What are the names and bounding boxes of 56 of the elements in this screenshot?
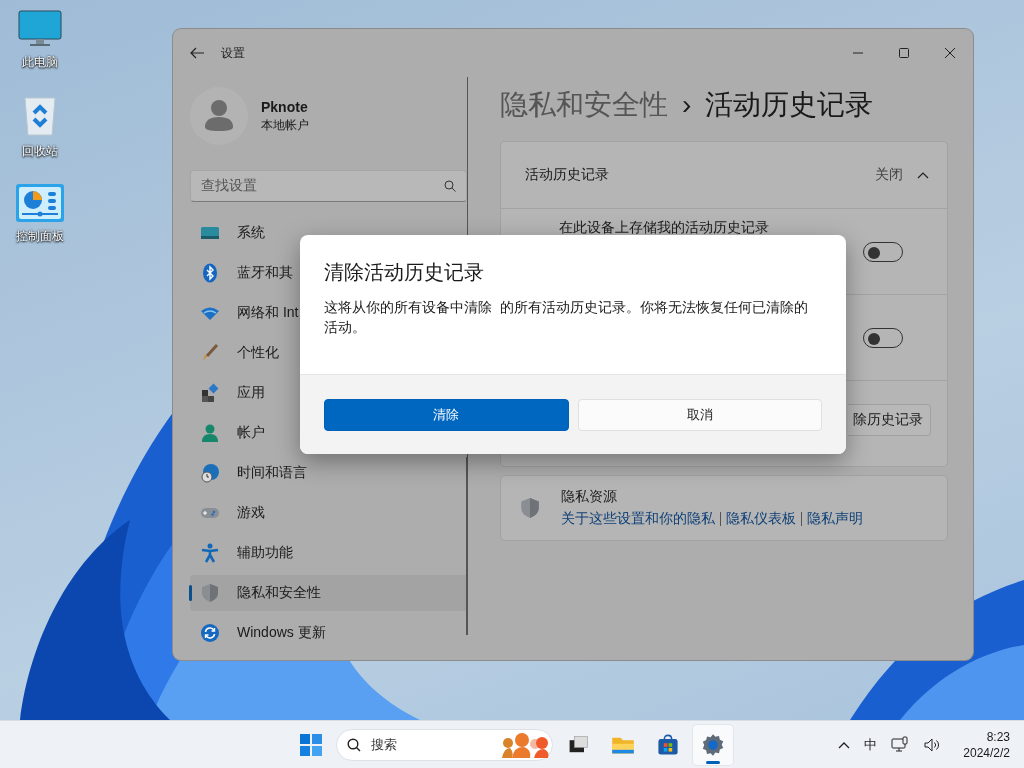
gear-icon (701, 732, 725, 757)
clear-history-button[interactable]: 除历史记录 (848, 404, 931, 436)
apps-icon (200, 383, 220, 403)
bluetooth-icon (200, 263, 220, 283)
clock-time[interactable]: 8:23 (986, 728, 1010, 745)
nav-item[interactable]: 个性化 (190, 335, 289, 371)
setting-label: 在此设备上存储我的活动历史记录 (559, 219, 769, 237)
paintbrush-icon (200, 343, 220, 363)
person-icon (200, 423, 220, 443)
network-monitor-icon[interactable] (891, 735, 910, 754)
shield-icon (519, 497, 541, 519)
refresh-icon (200, 623, 220, 643)
store-bag-icon (656, 732, 680, 757)
privacy-link[interactable]: 关于这些设置和你的隐私 (561, 510, 715, 528)
input-method-indicator[interactable]: 中 (864, 735, 878, 754)
monitor-icon[interactable] (18, 10, 62, 48)
account-type: 本地帐户 (261, 116, 309, 134)
speaker-icon[interactable] (923, 736, 942, 753)
expander-header[interactable]: 活动历史记录 关闭 (501, 142, 947, 208)
search-icon (444, 180, 456, 192)
cancel-button[interactable]: 取消 (577, 399, 822, 431)
search-field[interactable]: 查找设置 (190, 170, 467, 202)
accessibility-icon (200, 543, 220, 563)
nav-item[interactable]: 系统 (190, 215, 275, 251)
control-panel-icon[interactable] (16, 184, 64, 222)
globe-clock-icon (200, 463, 220, 483)
nav-item[interactable]: 网络和 Int (190, 295, 309, 331)
scrollbar-thumb[interactable] (466, 457, 468, 635)
clear-button[interactable]: 清除 (324, 399, 569, 431)
nav-item[interactable]: Windows 更新 (190, 615, 336, 651)
window-title: 设置 (221, 44, 245, 62)
nav-item[interactable]: 时间和语言 (190, 455, 317, 491)
nav-item[interactable]: 应用 (190, 375, 275, 411)
breadcrumb-separator: › (682, 89, 692, 121)
privacy-link[interactable]: 隐私仪表板 (726, 510, 796, 528)
recycle-bin-icon[interactable] (22, 95, 58, 137)
search-icon (347, 737, 361, 752)
taskbar-search-field[interactable]: 搜索 (336, 728, 553, 761)
start-button[interactable] (300, 733, 322, 756)
privacy-link[interactable]: 隐私声明 (807, 510, 863, 528)
nav-item[interactable]: 隐私和安全性 (190, 575, 468, 611)
dialog-title: 清除活动历史记录 (324, 260, 485, 285)
card-title: 活动历史记录 (525, 166, 609, 184)
nav-item[interactable]: 蓝牙和其 (190, 255, 303, 291)
shield-icon (200, 583, 220, 603)
card-title: 隐私资源 (561, 488, 618, 506)
chevron-up-icon[interactable] (838, 740, 851, 749)
nav-item[interactable]: 游戏 (190, 495, 275, 531)
nav-item[interactable]: 帐户 (190, 415, 275, 451)
nav-item[interactable]: 辅助功能 (190, 535, 303, 571)
back-arrow-icon[interactable] (189, 45, 205, 61)
account-name: Pknote (261, 98, 309, 115)
clock-date[interactable]: 2024/2/2 (963, 744, 1010, 761)
page-title: 活动历史记录 (705, 88, 874, 122)
dialog-message: 这将从你的所有设备中清除 的所有活动历史记录。你将无法恢复任何已清除的活动。 (324, 299, 809, 337)
status-text: 关闭 (875, 166, 903, 184)
